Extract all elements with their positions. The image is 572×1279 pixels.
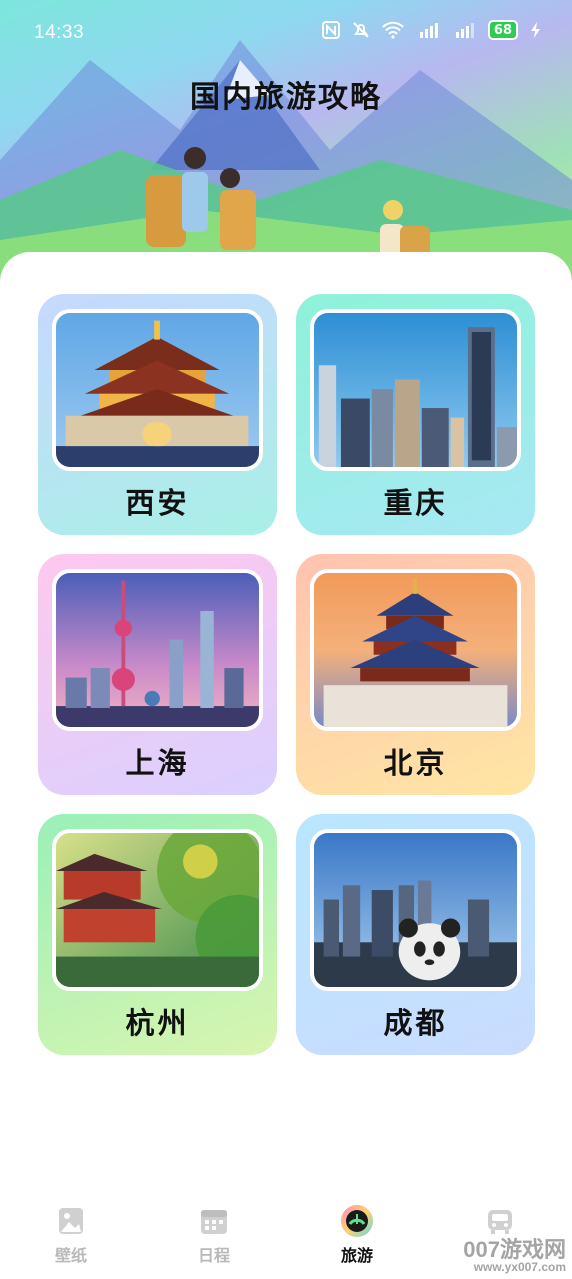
image-icon	[54, 1204, 88, 1238]
mute-icon	[352, 21, 370, 39]
city-card-hangzhou[interactable]: 杭州	[38, 814, 277, 1055]
page-title: 国内旅游攻略	[190, 80, 382, 115]
city-card-chongqing[interactable]: 重庆	[296, 294, 535, 535]
city-photo-hangzhou	[52, 829, 263, 991]
status-icons: 68	[321, 20, 542, 40]
tab-schedule[interactable]: 日程	[174, 1196, 254, 1266]
city-card-chengdu[interactable]: 成都	[296, 814, 535, 1055]
city-name: 北京	[383, 746, 448, 780]
travel-icon	[340, 1204, 374, 1238]
tab-label: 旅游	[340, 1246, 373, 1265]
battery-icon: 68	[487, 20, 518, 40]
watermark-url: www.yx007.com	[473, 1260, 566, 1274]
calendar-icon	[197, 1204, 231, 1238]
city-name: 杭州	[125, 1006, 190, 1040]
city-photo-beijing	[310, 569, 521, 731]
city-photo-shanghai	[52, 569, 263, 731]
city-name: 重庆	[383, 486, 448, 520]
tab-label: 壁纸	[54, 1246, 87, 1265]
tab-wallpaper[interactable]: 壁纸	[31, 1196, 111, 1266]
city-photo-xian	[52, 309, 263, 471]
watermark-text: 007游戏网	[463, 1237, 566, 1262]
city-name: 上海	[125, 746, 190, 780]
city-name: 西安	[125, 486, 190, 520]
status-time: 14:33	[34, 22, 85, 43]
city-card-xian[interactable]: 西安	[38, 294, 277, 535]
city-photo-chengdu	[310, 829, 521, 991]
wifi-icon	[382, 21, 404, 39]
charging-icon	[530, 21, 542, 39]
city-card-beijing[interactable]: 北京	[296, 554, 535, 795]
city-name: 成都	[383, 1006, 448, 1040]
city-photo-chongqing	[310, 309, 521, 471]
signal-5g-icon	[416, 21, 440, 39]
status-bar: 14:33 68	[0, 0, 572, 70]
tab-travel[interactable]: 旅游	[317, 1196, 397, 1266]
nfc-icon	[321, 21, 340, 39]
signal-5g-icon	[452, 21, 476, 39]
tab-label: 日程	[197, 1246, 230, 1265]
watermark: 007游戏网 www.yx007.com	[463, 1232, 566, 1274]
city-card-shanghai[interactable]: 上海	[38, 554, 277, 795]
